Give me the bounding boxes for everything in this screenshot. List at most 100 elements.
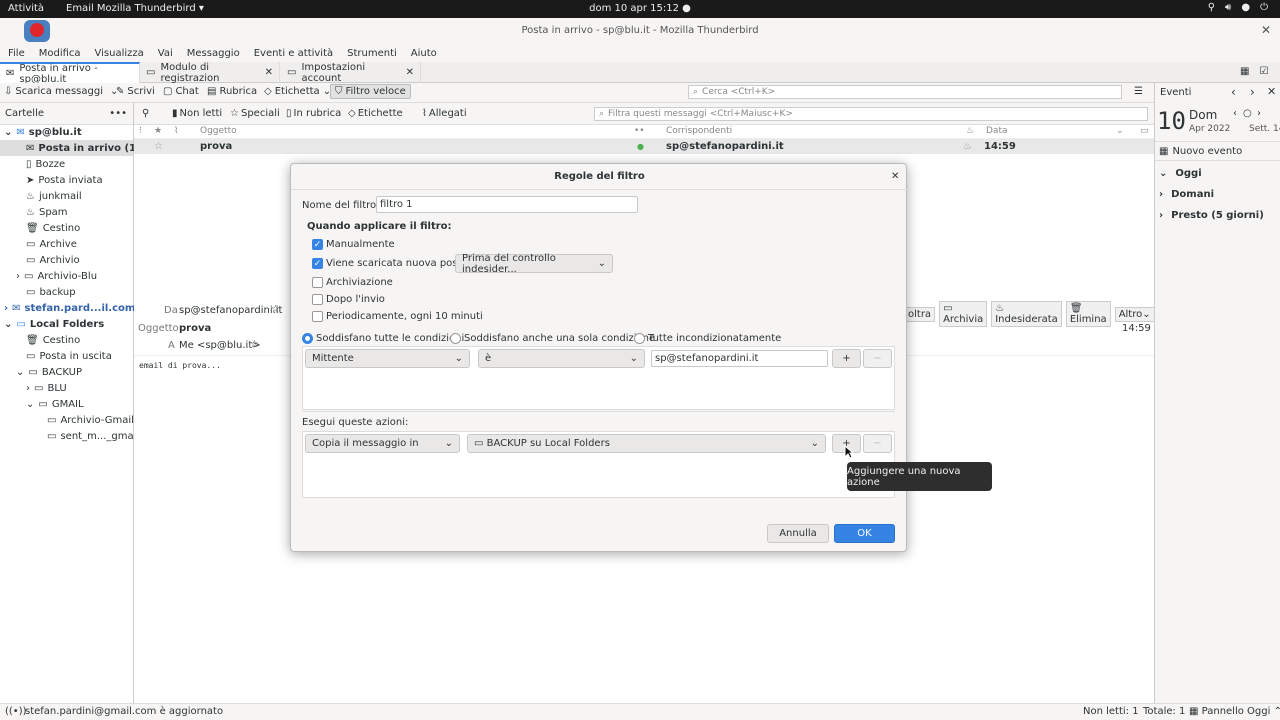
folder-BLU[interactable]: › ▭ BLU (26, 380, 67, 396)
filter-messages-input[interactable]: ⌕ Filtra questi messaggi <Ctrl+Maiusc+K> (594, 107, 1148, 121)
chevron-down-icon[interactable]: ⌄ (1116, 126, 1124, 136)
match-any-radio[interactable] (450, 333, 461, 344)
folder-archivio-gmail[interactable]: ▭ Archivio-Gmail (47, 412, 134, 428)
action-target-select[interactable]: ▭ BACKUP su Local Folders ⌄ (467, 434, 826, 453)
menu-go[interactable]: Vai (158, 48, 173, 59)
action-type-select[interactable]: Copia il messaggio in ⌄ (305, 434, 460, 453)
prev-icon[interactable]: ‹ (1231, 85, 1236, 99)
tab-account-settings[interactable]: ▭ Impostazioni account ✕ (281, 62, 421, 84)
close-icon[interactable]: ✕ (1267, 85, 1276, 98)
folder-junkmail[interactable]: ♨ junkmail (26, 188, 82, 204)
remove-action-button[interactable]: − (863, 434, 892, 453)
condition-operator-select[interactable]: è ⌄ (478, 349, 645, 368)
global-search-input[interactable]: ⌕ Cerca <Ctrl+K> (688, 85, 1122, 99)
after-send-checkbox[interactable] (312, 294, 323, 305)
quick-filter-button[interactable]: ⛉ Filtro veloce (330, 84, 411, 99)
junk-icon[interactable]: ♨ (963, 141, 972, 152)
condition-value-input[interactable]: sp@stefanopardini.it (651, 350, 828, 367)
chevron-down-icon[interactable]: ⌄ (26, 399, 34, 410)
tasks-icon[interactable]: ☑ (1259, 66, 1268, 77)
next-icon[interactable]: › (1250, 85, 1255, 99)
new-mail-checkbox[interactable]: ✓ (312, 258, 323, 269)
online-icon[interactable]: ((•)) (5, 706, 27, 717)
folder-backup[interactable]: ▭ backup (26, 284, 76, 300)
delete-button[interactable]: 🗑︎Elimina (1065, 301, 1111, 327)
folder-drafts[interactable]: ▯ Bozze (26, 156, 65, 172)
menu-edit[interactable]: Modifica (39, 48, 81, 59)
tab-registration-form[interactable]: ▭ Modulo di registrazion ✕ (140, 62, 280, 84)
get-messages-button[interactable]: ⇩ Scarica messaggi ⌄ (4, 86, 118, 97)
unread-dot-icon[interactable]: ● (637, 142, 644, 151)
prev-day-icon[interactable]: ‹ (1233, 108, 1237, 119)
next-day-icon[interactable]: › (1257, 108, 1261, 119)
read-col-icon[interactable]: •• (634, 126, 645, 136)
folder-archive[interactable]: ▭ Archive (26, 236, 77, 252)
attachments-filter-button[interactable]: ⌇ Allegati (422, 108, 467, 119)
new-mail-timing-select[interactable]: Prima del controllo indesider... ⌄ (455, 253, 613, 275)
more-icon[interactable]: ••• (109, 108, 127, 119)
column-picker-icon[interactable]: ▭ (1140, 126, 1149, 136)
folder-GMAIL[interactable]: ⌄ ▭ GMAIL (26, 396, 84, 412)
archive-checkbox[interactable] (312, 277, 323, 288)
cancel-button[interactable]: Annulla (767, 524, 829, 543)
attachment-col-icon[interactable]: ⌇ (174, 126, 178, 136)
subject-column[interactable]: Oggetto (200, 126, 237, 136)
folder-trash[interactable]: 🗑︎ Cestino (26, 220, 80, 236)
date-column[interactable]: Data (986, 126, 1008, 136)
menu-message[interactable]: Messaggio (187, 48, 240, 59)
event-group-tomorrow[interactable]: › Domani (1159, 189, 1214, 200)
ok-button[interactable]: OK (834, 524, 895, 543)
star-icon[interactable]: ☆ (271, 304, 280, 315)
menu-view[interactable]: Visualizza (95, 48, 144, 59)
chevron-down-icon[interactable]: ⌄ (4, 127, 12, 138)
remove-condition-button[interactable]: − (863, 349, 892, 368)
filter-name-input[interactable]: filtro 1 (376, 196, 638, 213)
today-pane-toggle[interactable]: ▦ Pannello Oggi ⌃ (1189, 706, 1280, 717)
chevron-right-icon[interactable]: › (26, 383, 30, 394)
junk-button[interactable]: ♨ Indesiderata (991, 301, 1062, 327)
star-icon[interactable]: ☆ (250, 339, 259, 350)
new-event-button[interactable]: ▦ Nuovo evento (1155, 141, 1280, 161)
contacts-filter-button[interactable]: ▯ In rubrica (286, 108, 341, 119)
thread-col-icon[interactable]: ⁝ (139, 126, 142, 136)
add-condition-button[interactable]: + (832, 349, 861, 368)
event-group-soon[interactable]: › Presto (5 giorni) (1159, 210, 1264, 221)
correspondents-column[interactable]: Corrispondenti (666, 126, 732, 136)
activities-button[interactable]: Attività (8, 3, 44, 14)
close-icon[interactable]: ✕ (406, 67, 414, 78)
folder-outbox[interactable]: ▭ Posta in uscita (26, 348, 112, 364)
star-icon[interactable]: ☆ (154, 141, 163, 152)
folder-archivio-blu[interactable]: › ▭ Archivio-Blu (16, 268, 97, 284)
table-row[interactable]: ☆ prova ● sp@stefanopardini.it ♨ 14:59 (134, 139, 1154, 154)
match-all-radio[interactable] (302, 333, 313, 344)
filter-action-button[interactable]: oltra (904, 306, 936, 322)
menu-help[interactable]: Aiuto (411, 48, 437, 59)
to-value[interactable]: Me <sp@blu.it> (179, 340, 261, 351)
junk-col-icon[interactable]: ♨ (966, 126, 974, 136)
archive-button[interactable]: ▭ Archivia (939, 301, 988, 327)
menu-tools[interactable]: Strumenti (347, 48, 397, 59)
menu-file[interactable]: File (8, 48, 25, 59)
event-group-today[interactable]: ⌄ Oggi (1159, 168, 1202, 179)
menu-events[interactable]: Eventi e attività (254, 48, 333, 59)
more-button[interactable]: Altro⌄ (1114, 306, 1155, 322)
chevron-right-icon[interactable]: › (4, 303, 8, 314)
folder-local-folders[interactable]: ⌄ ▭ Local Folders (4, 316, 104, 332)
today-icon[interactable]: ○ (1243, 108, 1252, 119)
folder-spam[interactable]: ♨ Spam (26, 204, 68, 220)
tab-inbox[interactable]: ✉ Posta in arrivo - sp@blu.it (0, 62, 140, 85)
write-button[interactable]: ✎ Scrivi (116, 86, 155, 97)
tags-filter-button[interactable]: ◇ Etichette (348, 108, 403, 119)
chevron-right-icon[interactable]: › (16, 271, 20, 282)
folder-sent[interactable]: ➤ Posta inviata (26, 172, 103, 188)
folder-account-spblu[interactable]: ⌄ ✉ sp@blu.it (4, 124, 82, 140)
match-unconditional-radio[interactable] (634, 333, 645, 344)
condition-field-select[interactable]: Mittente ⌄ (305, 349, 470, 368)
close-icon[interactable]: ✕ (265, 67, 273, 78)
manual-checkbox[interactable]: ✓ (312, 239, 323, 250)
pin-icon[interactable]: ⚲ (142, 108, 149, 119)
from-value[interactable]: sp@stefanopardini.it (179, 305, 282, 316)
app-menu[interactable]: Email Mozilla Thunderbird ▾ (66, 3, 204, 14)
starred-filter-button[interactable]: ☆ Speciali (230, 108, 280, 119)
chevron-down-icon[interactable]: ⌄ (4, 319, 12, 330)
